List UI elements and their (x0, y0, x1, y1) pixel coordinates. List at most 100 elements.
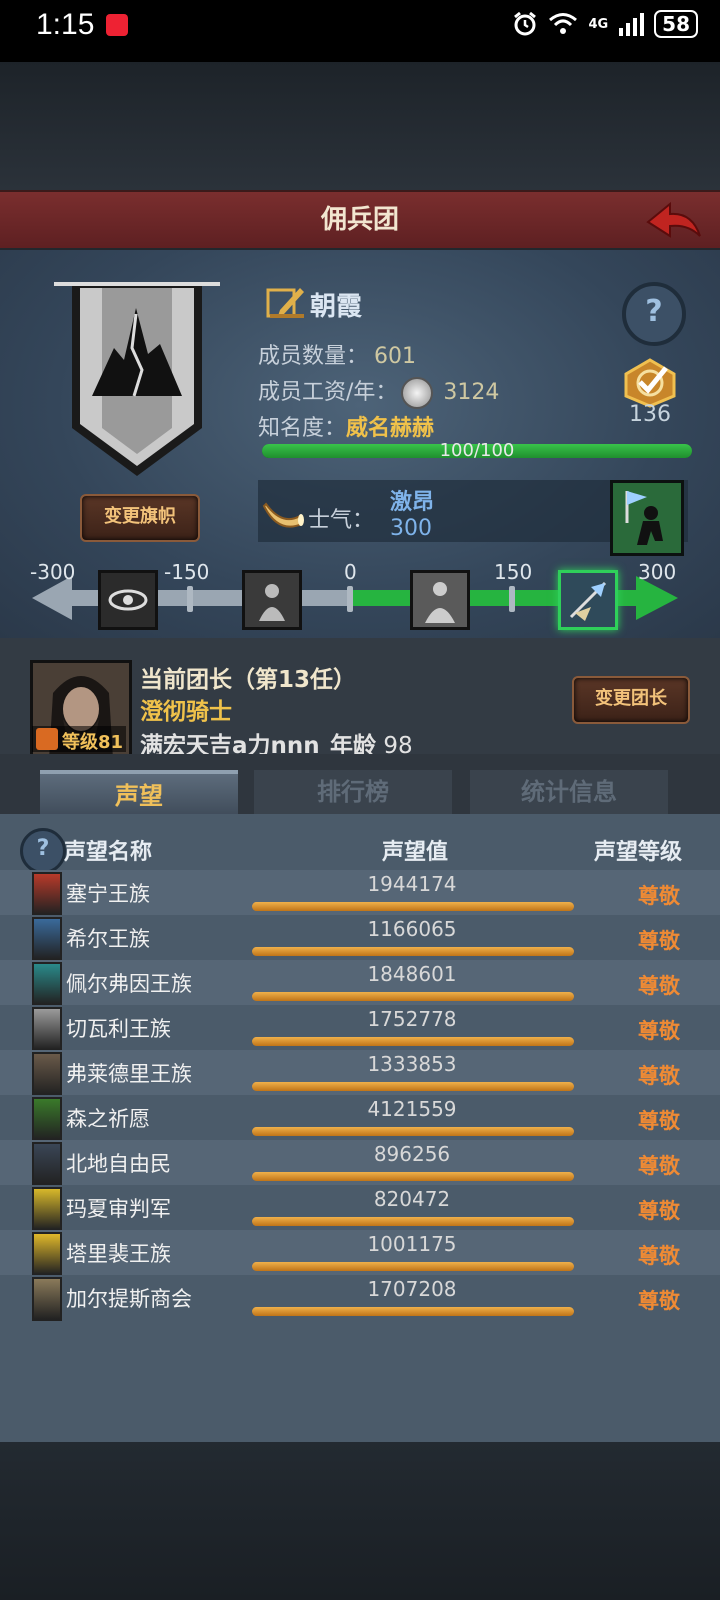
target-count: 136 (629, 402, 671, 427)
reputation-level: 尊敬 (638, 884, 680, 908)
scale-label-0: 0 (344, 560, 357, 584)
status-time: 1:15 (36, 8, 95, 41)
wage-value: 3124 (443, 380, 500, 405)
morale-label: 士气： (308, 508, 375, 533)
despair-morale-icon (242, 570, 302, 630)
reputation-bar (252, 1217, 574, 1226)
reputation-bar (252, 1262, 574, 1271)
faction-icon (32, 872, 62, 916)
excited-morale-icon (558, 570, 618, 630)
reputation-level: 尊敬 (638, 1289, 680, 1313)
reputation-level: 尊敬 (638, 1064, 680, 1088)
faction-name: 森之祈愿 (66, 1107, 150, 1131)
header-bar: 佣兵团 (0, 190, 720, 252)
reputation-level: 尊敬 (638, 1244, 680, 1268)
faction-icon (32, 962, 62, 1006)
fame-value: 威名赫赫 (346, 416, 435, 441)
faction-name: 希尔王族 (66, 927, 150, 951)
faction-name: 弗莱德里王族 (66, 1062, 192, 1086)
leader-class: 澄彻骑士 (140, 699, 232, 725)
col-header-level: 声望等级 (594, 840, 683, 865)
wage-label: 成员工资/年： (258, 380, 398, 405)
reputation-level: 尊敬 (638, 974, 680, 998)
reputation-bar (252, 902, 574, 911)
horn-icon (262, 502, 304, 528)
level-icon (36, 728, 58, 750)
change-leader-button[interactable]: 变更团长 (572, 676, 690, 724)
col-header-name: 声望名称 (64, 840, 153, 865)
reputation-bar (252, 992, 574, 1001)
silver-coin-icon (401, 377, 434, 409)
page-title: 佣兵团 (320, 205, 399, 235)
reputation-level: 尊敬 (638, 1109, 680, 1133)
faction-name: 塔里裴王族 (66, 1242, 171, 1266)
reputation-value: 820472 (373, 1187, 451, 1211)
reputation-value: 1707208 (367, 1277, 457, 1301)
morale-value: 300 (390, 516, 432, 541)
scale-tick (509, 586, 515, 612)
reputation-level: 尊敬 (638, 929, 680, 953)
wage-row: 成员工资/年： 3124 (258, 374, 499, 409)
rally-flag-icon[interactable] (610, 480, 684, 556)
reputation-level: 尊敬 (638, 1019, 680, 1043)
faction-icon (32, 1277, 62, 1321)
faction-icon (32, 1007, 62, 1051)
reputation-bar (252, 1082, 574, 1091)
guild-banner-emblem (54, 282, 220, 476)
fame-row: 知名度：威名赫赫 (258, 410, 434, 442)
change-banner-button[interactable]: 变更旗帜 (80, 494, 200, 542)
target-check-icon[interactable] (622, 358, 678, 408)
tab-statistics[interactable]: 统计信息 (470, 770, 668, 814)
faction-icon (32, 1142, 62, 1186)
reputation-value: 1333853 (367, 1052, 457, 1076)
help-icon[interactable]: ? (622, 282, 686, 346)
fame-label: 知名度： (258, 416, 347, 441)
scale-label-neg300: -300 (30, 560, 76, 584)
members-row: 成员数量： 601 (258, 338, 416, 370)
reputation-value: 1001175 (367, 1232, 457, 1256)
guild-name: 朝霞 (310, 292, 363, 322)
wifi-icon (549, 13, 578, 34)
faction-name: 北地自由民 (66, 1152, 171, 1176)
signal-icon (619, 13, 645, 36)
reputation-bar (252, 1307, 574, 1316)
faction-icon (32, 1232, 62, 1276)
reputation-help-icon[interactable]: ? (20, 828, 66, 874)
reputation-value: 1848601 (367, 962, 457, 986)
fame-progress-text: 100/100 (439, 440, 515, 461)
back-arrow-icon[interactable] (644, 198, 704, 242)
members-label: 成员数量： (258, 344, 369, 369)
notification-icon (106, 14, 128, 36)
members-value: 601 (374, 344, 417, 369)
edit-name-icon[interactable] (266, 284, 306, 320)
tab-reputation[interactable]: 声望 (40, 770, 238, 818)
reputation-bar (252, 1037, 574, 1046)
faction-name: 塞宁王族 (66, 882, 150, 906)
calm-morale-icon (410, 570, 470, 630)
leader-level: 等级81 (62, 732, 124, 753)
faction-name: 切瓦利王族 (66, 1017, 171, 1041)
reputation-value: 4121559 (367, 1097, 457, 1121)
reputation-level: 尊敬 (638, 1154, 680, 1178)
scale-tick (187, 586, 193, 612)
faction-icon (32, 1052, 62, 1096)
faction-icon (32, 917, 62, 961)
scale-label-150: 150 (494, 560, 533, 584)
reputation-value: 1752778 (367, 1007, 457, 1031)
reputation-bar (252, 1172, 574, 1181)
scale-label-300: 300 (638, 560, 677, 584)
status-icons: 4G 58 (512, 10, 698, 38)
reputation-value: 1166065 (367, 917, 457, 941)
faction-icon (32, 1187, 62, 1231)
leader-title: 当前团长（第13任） (140, 667, 357, 693)
reputation-level: 尊敬 (638, 1199, 680, 1223)
top-band (0, 62, 720, 190)
reputation-bar (252, 947, 574, 956)
faction-name: 加尔提斯商会 (66, 1287, 192, 1311)
eye-morale-icon (98, 570, 158, 630)
battery-indicator: 58 (654, 10, 698, 38)
tab-ranking[interactable]: 排行榜 (254, 770, 452, 814)
network-type: 4G (588, 16, 609, 32)
scale-label-neg150: -150 (164, 560, 210, 584)
col-header-value: 声望值 (382, 840, 449, 865)
